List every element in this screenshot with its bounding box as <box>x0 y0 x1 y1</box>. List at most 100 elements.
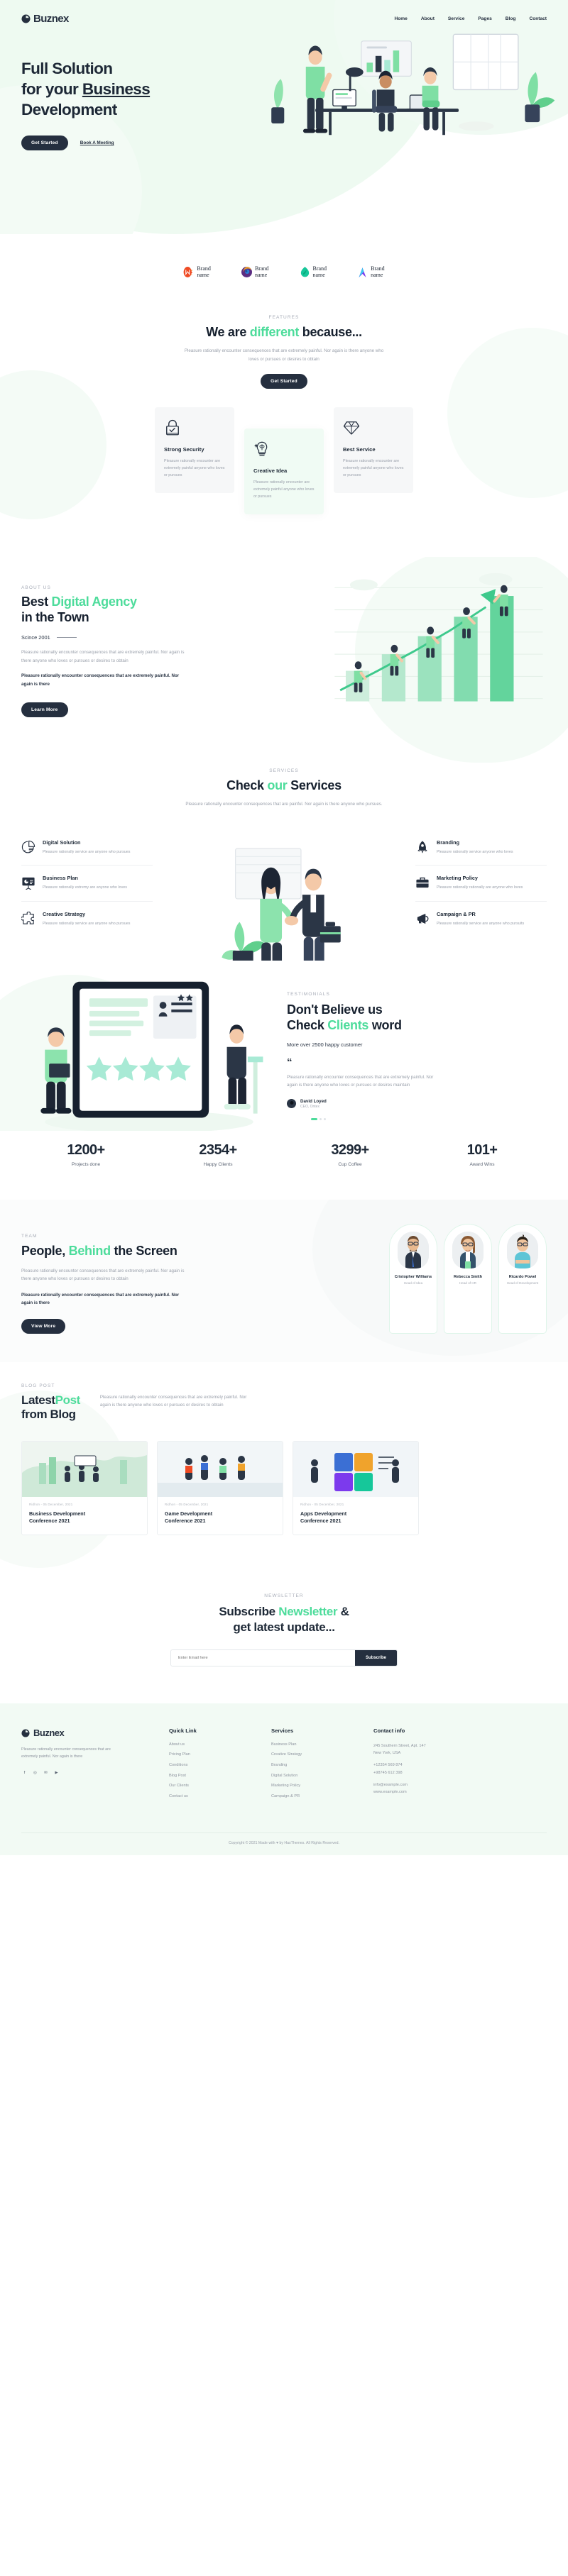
service-item-branding[interactable]: Branding Pleasure rationally service any… <box>415 830 547 865</box>
feature-card-creative-text: Pleasure rationally encounter are extrem… <box>253 480 315 499</box>
footer-contact-column: Contact info 245 Southern Street, Apt. 1… <box>373 1728 494 1805</box>
hero-headline-underlined: Business <box>82 79 151 98</box>
blog-post-card-1[interactable]: Ridhon - 05 December, 2021 Business Deve… <box>21 1440 148 1535</box>
team-member-role-3: Head of Development <box>506 1281 539 1286</box>
main-navigation: Buznex Home About Service Pages Blog Con… <box>0 0 568 25</box>
footer-copyright: Copyright © 2021 Made with ♥ by HasTheme… <box>229 1841 339 1846</box>
feature-card-security[interactable]: Strong Security Pleasure rationally enco… <box>155 407 234 494</box>
m-dots-logo-icon <box>183 266 194 278</box>
get-started-button[interactable]: Get Started <box>21 136 68 151</box>
team-title-pre: People, <box>21 1244 69 1259</box>
service-item-business-plan-title: Business Plan <box>43 875 78 882</box>
blog-label: BLOG POST <box>21 1383 55 1388</box>
brand-logo-1-label: Brand name <box>197 265 211 279</box>
team-title: People, Behind the Screen <box>21 1244 185 1259</box>
newsletter-title-pre: Subscribe <box>219 1604 279 1618</box>
blog-title: LatestPost from Blog <box>21 1393 80 1422</box>
megaphone-icon <box>415 912 430 926</box>
about-paragraph-1: Pleasure rationally encounter consequenc… <box>21 650 185 663</box>
blog-post-title-1: Business Development Conference 2021 <box>29 1510 86 1525</box>
service-item-creative-strategy-text: Pleasure rationally service are anyone w… <box>43 921 131 926</box>
feature-card-creative[interactable]: Creative Idea Pleasure rationally encoun… <box>244 429 324 515</box>
nav-item-about[interactable]: About <box>421 16 435 21</box>
testimonials-title-line1: Don't Believe us <box>287 1002 383 1017</box>
service-item-marketing-policy[interactable]: Marketing Policy Pleasure rationally rat… <box>415 865 547 900</box>
blog-post-meta-3: Ridhon - 05 December, 2021 <box>300 1502 344 1506</box>
team-member-card-2[interactable]: Rebecca Smith Head of HR <box>444 1224 492 1334</box>
footer-link-our-clients[interactable]: Our Clients <box>169 1784 253 1788</box>
about-title-post: in the Town <box>21 610 89 625</box>
footer-link-conditions[interactable]: Conditions <box>169 1763 253 1767</box>
footer-service-digital-solution[interactable]: Digital Solution <box>271 1774 355 1778</box>
footer-email-website[interactable]: info@example.com www.example.com <box>373 1781 494 1796</box>
blog-post-meta-1: Ridhon - 05 December, 2021 <box>29 1502 73 1506</box>
hero-headline-line1: Full Solution <box>21 60 113 77</box>
nav-item-home[interactable]: Home <box>395 16 408 21</box>
nav-item-contact[interactable]: Contact <box>529 16 547 21</box>
blog-post-card-3[interactable]: Ridhon - 05 December, 2021 Apps Developm… <box>293 1440 419 1535</box>
footer-phones[interactable]: +12354 569 874 +98745 612 398 <box>373 1762 494 1776</box>
service-item-branding-text: Pleasure rationally service anyone who l… <box>437 849 513 854</box>
features-title-accent: different <box>249 325 300 340</box>
youtube-icon[interactable]: ▶ <box>53 1769 60 1776</box>
footer-link-pricing-plan[interactable]: Pricing Plan <box>169 1752 253 1757</box>
newsletter-email-input[interactable] <box>171 1649 355 1666</box>
team-member-role-2: Head of HR <box>459 1281 476 1286</box>
book-meeting-link[interactable]: Book A Meeting <box>80 140 114 145</box>
diamond-icon <box>343 419 404 437</box>
service-item-business-plan[interactable]: Business Plan Pleasure rationally extrem… <box>21 865 153 900</box>
footer-service-business-plan[interactable]: Business Plan <box>271 1742 355 1747</box>
footer-service-marketing-policy[interactable]: Marketing Policy <box>271 1784 355 1788</box>
blog-post-card-2[interactable]: Ridhon - 05 December, 2021 Game Developm… <box>157 1440 283 1535</box>
service-item-digital-solution[interactable]: Digital Solution Pleasure rationally ser… <box>21 830 153 865</box>
footer-service-branding[interactable]: Branding <box>271 1763 355 1767</box>
avatar <box>287 1099 296 1109</box>
team-view-more-button[interactable]: View More <box>21 1318 66 1334</box>
nav-item-pages[interactable]: Pages <box>478 16 491 21</box>
nav-item-service[interactable]: Service <box>448 16 464 21</box>
site-logo[interactable]: Buznex <box>21 13 69 25</box>
footer-social-links: f ◎ ✉ ▶ <box>21 1769 151 1776</box>
testimonials-label: TESTIMONIALS <box>287 992 330 997</box>
blog-post-image-1 <box>22 1441 147 1497</box>
testimonials-title-line2-pre: Check <box>287 1018 328 1032</box>
about-learn-more-button[interactable]: Learn More <box>21 702 68 718</box>
feature-card-service[interactable]: Best Service Pleasure rationally encount… <box>334 407 413 494</box>
about-title: Best Digital Agency in the Town <box>21 595 185 626</box>
footer-services-column: Services Business Plan Creative Strategy… <box>271 1728 355 1805</box>
footer-link-blog-post[interactable]: Blog Post <box>169 1774 253 1778</box>
blog-post-image-3 <box>293 1441 418 1497</box>
footer-service-creative-strategy[interactable]: Creative Strategy <box>271 1752 355 1757</box>
pagination-dot-1[interactable] <box>311 1117 317 1120</box>
footer-link-about-us[interactable]: About us <box>169 1742 253 1747</box>
team-title-accent: Behind <box>68 1244 111 1259</box>
services-subtitle: Pleasure rationally encounter consequenc… <box>185 802 383 807</box>
about-label: ABOUT US <box>21 585 51 591</box>
facebook-icon[interactable]: f <box>21 1769 28 1776</box>
about-since: Scince 2001 <box>21 634 185 641</box>
service-item-creative-strategy[interactable]: Creative Strategy Pleasure rationally se… <box>20 900 153 936</box>
pagination-dot-2[interactable] <box>320 1117 322 1120</box>
footer-logo[interactable]: Buznex <box>21 1728 151 1738</box>
team-member-card-1[interactable]: Cristopher Williams Head of Idea <box>389 1224 437 1334</box>
newsletter-subscribe-button[interactable]: Subscribe <box>354 1649 397 1666</box>
nav-links: Home About Service Pages Blog Contact <box>395 16 547 21</box>
service-item-creative-strategy-title: Creative Strategy <box>43 910 86 917</box>
footer-service-campaign-pr[interactable]: Campaign & PR <box>271 1794 355 1798</box>
team-member-card-3[interactable]: Ricardo Powel Head of Development <box>498 1224 547 1334</box>
testimonials-subtitle: More over 2500 happy customer <box>287 1041 363 1048</box>
services-grid: Digital Solution Pleasure rationally ser… <box>0 809 568 961</box>
footer-link-contact-us[interactable]: Contact us <box>169 1794 253 1798</box>
features-get-started-button[interactable]: Get Started <box>261 374 307 389</box>
newsletter-form: Subscribe <box>170 1649 398 1666</box>
pagination-dot-3[interactable] <box>324 1117 326 1120</box>
testimonial-pagination-dots[interactable] <box>311 1117 547 1120</box>
service-item-digital-solution-title: Digital Solution <box>43 839 81 846</box>
instagram-icon[interactable]: ◎ <box>32 1769 38 1776</box>
footer-logo-text: Buznex <box>33 1727 65 1738</box>
twitter-icon[interactable]: ✉ <box>43 1769 49 1776</box>
nav-item-blog[interactable]: Blog <box>506 16 516 21</box>
features-subtitle: Pleasure rationally encounter consequenc… <box>184 348 384 362</box>
blog-lead: Pleasure rationally encounter consequenc… <box>99 1394 247 1408</box>
service-item-campaign-pr[interactable]: Campaign & PR Pleasure rationally servic… <box>415 900 547 936</box>
